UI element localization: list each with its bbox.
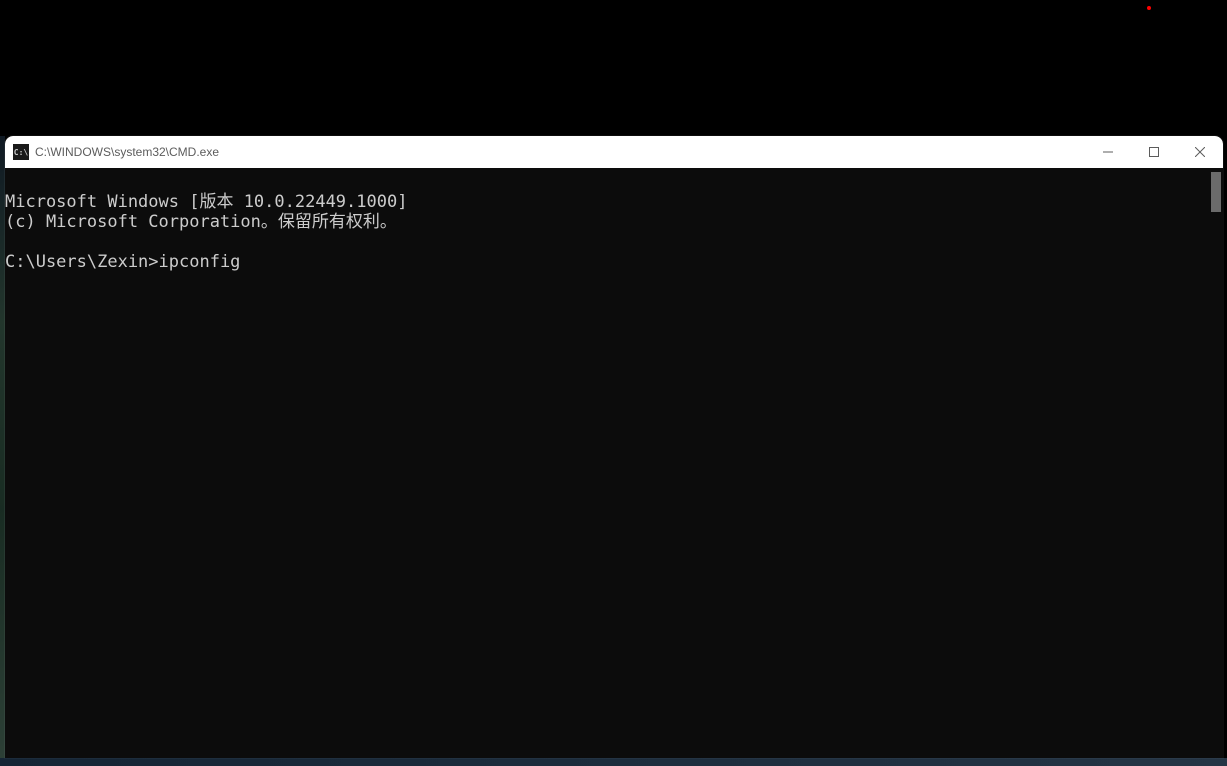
window-titlebar[interactable]: C:\ C:\WINDOWS\system32\CMD.exe: [5, 136, 1223, 168]
maximize-button[interactable]: [1131, 136, 1177, 168]
close-icon: [1195, 147, 1205, 157]
terminal-command-input[interactable]: ipconfig: [159, 252, 241, 272]
cmd-window: C:\ C:\WINDOWS\system32\CMD.exe: [5, 136, 1223, 758]
terminal-content: Microsoft Windows [版本 10.0.22449.1000] (…: [5, 168, 1223, 272]
close-button[interactable]: [1177, 136, 1223, 168]
terminal-line-version: Microsoft Windows [版本 10.0.22449.1000]: [5, 192, 407, 212]
window-title: C:\WINDOWS\system32\CMD.exe: [35, 145, 1085, 159]
vertical-scrollbar[interactable]: [1211, 172, 1221, 212]
terminal-prompt: C:\Users\Zexin>: [5, 252, 159, 272]
minimize-button[interactable]: [1085, 136, 1131, 168]
notification-dot: [1147, 6, 1151, 10]
terminal-line-copyright: (c) Microsoft Corporation。保留所有权利。: [5, 212, 397, 232]
maximize-icon: [1149, 147, 1159, 157]
cmd-icon-label: C:\: [14, 148, 28, 157]
terminal-body[interactable]: Microsoft Windows [版本 10.0.22449.1000] (…: [5, 168, 1223, 758]
cmd-icon: C:\: [13, 144, 29, 160]
minimize-icon: [1103, 147, 1113, 157]
window-controls: [1085, 136, 1223, 168]
taskbar-edge: [0, 758, 1227, 766]
